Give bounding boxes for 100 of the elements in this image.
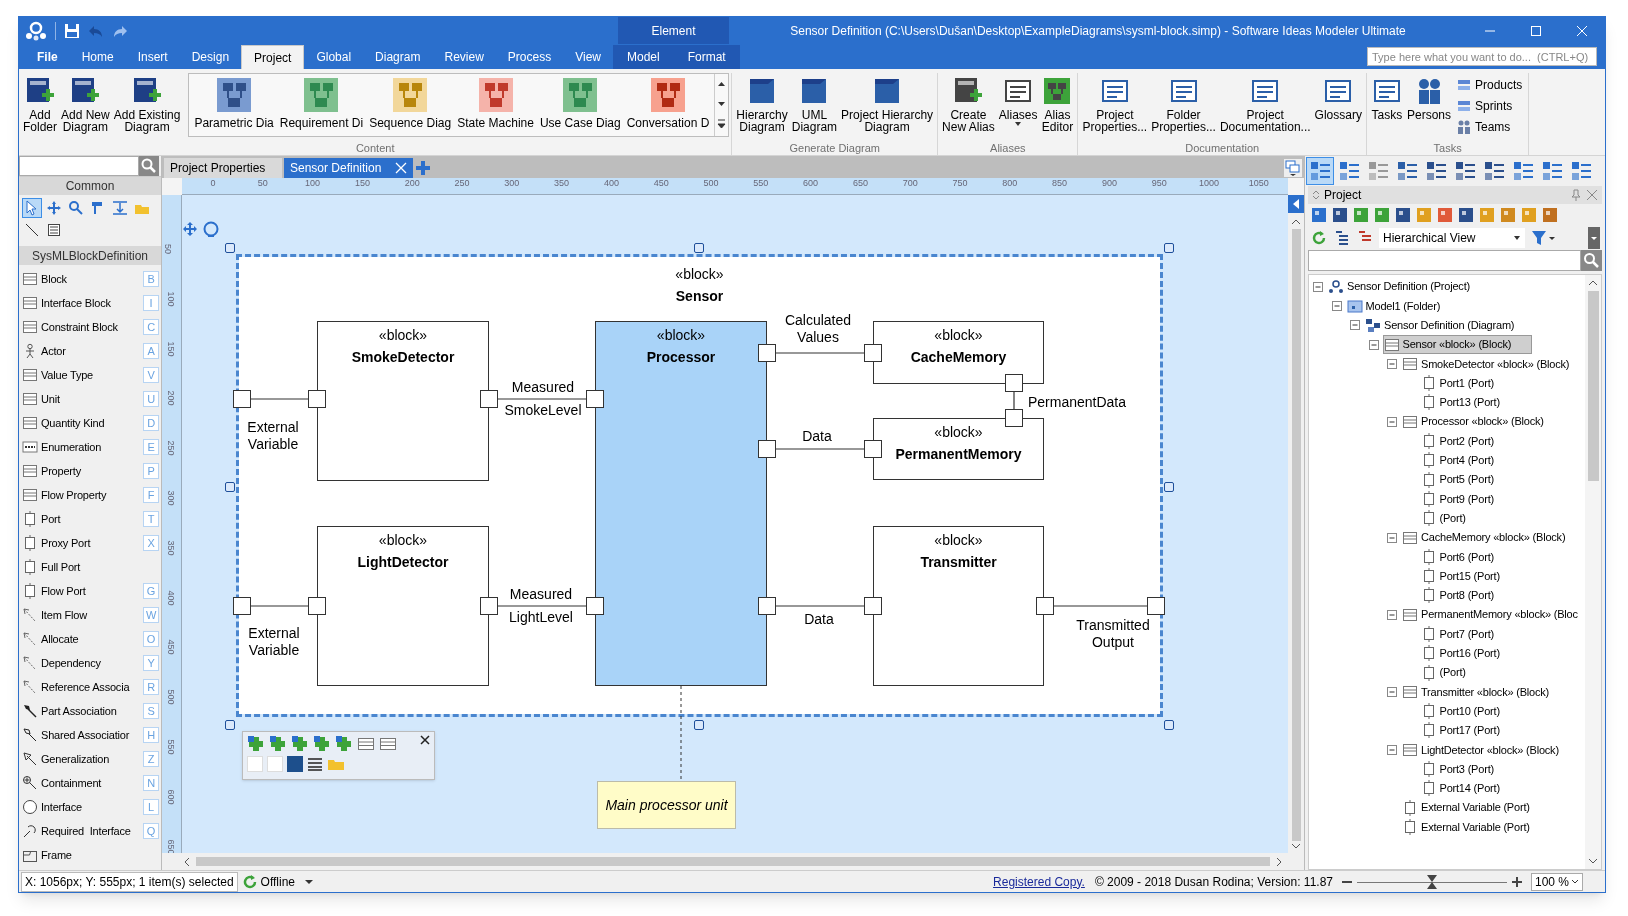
block[interactable]: «block» Processor bbox=[595, 321, 767, 686]
tree-item[interactable]: Model1 (Folder) bbox=[1345, 296, 1462, 316]
ribbon-tab[interactable]: Model bbox=[613, 45, 674, 69]
tree-item[interactable]: Processor «block» (Block) bbox=[1401, 412, 1565, 431]
port-square[interactable] bbox=[758, 440, 776, 458]
section-header[interactable]: Common bbox=[19, 177, 161, 195]
small-ribbon-button[interactable]: Products bbox=[1457, 75, 1527, 94]
close-icon[interactable] bbox=[420, 735, 430, 745]
registered-copy-link[interactable]: Registered Copy. bbox=[993, 872, 1085, 891]
block[interactable]: «block» PermanentMemory bbox=[873, 418, 1044, 480]
slider-thumb[interactable] bbox=[1427, 874, 1437, 889]
gallery-item[interactable]: Conversation D bbox=[623, 76, 713, 136]
table-icon[interactable] bbox=[357, 735, 375, 753]
resize-handle[interactable] bbox=[694, 243, 704, 253]
toolbox-item[interactable]: Interface Block I bbox=[19, 291, 161, 315]
document-tab[interactable]: Sensor Definition bbox=[284, 158, 414, 178]
color-swatch[interactable] bbox=[287, 756, 303, 772]
search-icon[interactable] bbox=[139, 156, 159, 176]
ribbon-button[interactable]: Create New Alias bbox=[940, 73, 997, 141]
tree-search-field[interactable] bbox=[1308, 250, 1581, 271]
tree-item[interactable]: Sensor «block» (Block) bbox=[1382, 335, 1533, 354]
tree-item[interactable]: Sensor Definition (Diagram) bbox=[1364, 316, 1536, 335]
ribbon-button[interactable]: Add Existing Diagram bbox=[111, 73, 183, 141]
toolbox-item[interactable]: Constraint Block C bbox=[19, 315, 161, 339]
line-style-icon[interactable] bbox=[307, 756, 323, 772]
resize-handle[interactable] bbox=[694, 720, 704, 730]
toolbox-item[interactable]: Containment N bbox=[19, 771, 161, 795]
ribbon-tab[interactable]: View bbox=[563, 45, 613, 69]
tree-item[interactable]: Port15 (Port) bbox=[1419, 566, 1521, 586]
add-element-icon[interactable] bbox=[313, 735, 331, 753]
tree-item[interactable]: Port5 (Port) bbox=[1419, 470, 1515, 489]
tree-item[interactable]: Port16 (Port) bbox=[1419, 644, 1521, 663]
port-square[interactable] bbox=[308, 390, 326, 408]
block[interactable]: «block» CacheMemory bbox=[873, 321, 1044, 384]
refresh-icon[interactable] bbox=[1310, 229, 1328, 247]
tree-item[interactable]: External Variable (Port) bbox=[1401, 798, 1551, 817]
search-icon[interactable] bbox=[1581, 250, 1602, 271]
tree-item[interactable]: Port10 (Port) bbox=[1419, 701, 1521, 721]
toolbox-item[interactable]: Shared Associatior H bbox=[19, 723, 161, 747]
tree-item[interactable]: PermanentMemory «block» (Bloc bbox=[1401, 605, 1585, 624]
collapse-toggle-icon[interactable] bbox=[1313, 281, 1323, 292]
tree-item[interactable]: Port7 (Port) bbox=[1419, 624, 1515, 644]
ribbon-button[interactable]: Add New Diagram bbox=[59, 73, 112, 141]
ribbon-tab[interactable]: Insert bbox=[125, 45, 180, 69]
color-swatch[interactable] bbox=[247, 756, 263, 772]
tree-item[interactable]: Port1 (Port) bbox=[1419, 373, 1515, 393]
zoom-in-icon[interactable] bbox=[1511, 875, 1523, 888]
port-square[interactable] bbox=[1036, 597, 1054, 615]
toolbox-item[interactable]: Unit U bbox=[19, 387, 161, 411]
small-ribbon-button[interactable]: Sprints bbox=[1457, 96, 1527, 115]
collapse-toggle-icon[interactable] bbox=[1387, 744, 1397, 755]
collapse-toggle-icon[interactable] bbox=[1387, 686, 1397, 697]
panel-tool-icon[interactable] bbox=[1331, 206, 1349, 224]
windows-icon[interactable] bbox=[1284, 159, 1302, 177]
resize-handle[interactable] bbox=[225, 482, 235, 492]
port-square[interactable] bbox=[758, 344, 776, 362]
port-square[interactable] bbox=[1147, 597, 1165, 615]
toolbox-item[interactable]: Enumeration E bbox=[19, 435, 161, 459]
document-tab[interactable]: Project Properties bbox=[164, 158, 282, 178]
port-square[interactable] bbox=[480, 390, 498, 408]
zoom-dropdown[interactable]: 100 % bbox=[1531, 872, 1583, 891]
collapse-toggle-icon[interactable] bbox=[1387, 532, 1397, 543]
ribbon-button[interactable]: Persons bbox=[1404, 73, 1453, 141]
pin-icon[interactable] bbox=[1570, 189, 1582, 201]
filter-icon[interactable] bbox=[1530, 229, 1556, 247]
gallery-item[interactable]: State Machine bbox=[454, 76, 537, 136]
block[interactable]: «block» LightDetector bbox=[317, 526, 489, 686]
port-square[interactable] bbox=[864, 344, 882, 362]
toolbox-item[interactable]: Property P bbox=[19, 459, 161, 483]
ribbon-tab[interactable]: Global bbox=[304, 45, 364, 69]
connection-status[interactable]: Offline bbox=[241, 872, 315, 891]
toolbox-item[interactable]: Flow Property F bbox=[19, 483, 161, 507]
add-element-icon[interactable] bbox=[335, 735, 353, 753]
scroll-down-icon[interactable] bbox=[1291, 841, 1301, 851]
table-icon[interactable] bbox=[379, 735, 397, 753]
add-element-icon[interactable] bbox=[247, 735, 265, 753]
scrollbar-thumb[interactable] bbox=[1587, 291, 1599, 481]
scroll-up-icon[interactable] bbox=[1291, 217, 1301, 227]
tree-item[interactable]: Port8 (Port) bbox=[1419, 586, 1515, 605]
collapse-toggle-icon[interactable] bbox=[1350, 320, 1360, 331]
panel-tool-icon[interactable] bbox=[1394, 206, 1412, 224]
ribbon-button[interactable]: Alias Editor bbox=[1039, 73, 1076, 141]
block[interactable]: «block» Transmitter bbox=[873, 526, 1044, 686]
tree-scrollbar[interactable] bbox=[1585, 275, 1601, 869]
tree-item[interactable]: External Variable (Port) bbox=[1401, 817, 1551, 837]
gallery-item[interactable]: Requirement Di bbox=[276, 76, 367, 136]
scroll-right-icon[interactable] bbox=[1274, 856, 1284, 867]
port-square[interactable] bbox=[864, 440, 882, 458]
collapse-toggle-icon[interactable] bbox=[1387, 358, 1397, 369]
rotate-icon[interactable] bbox=[202, 220, 220, 238]
toolbox-item[interactable]: Actor A bbox=[19, 339, 161, 363]
tree-item[interactable]: Port4 (Port) bbox=[1419, 451, 1515, 470]
port-square[interactable] bbox=[480, 597, 498, 615]
toolbox-search-field[interactable] bbox=[19, 156, 139, 176]
toolbox-item[interactable]: Value Type V bbox=[19, 363, 161, 387]
port-square[interactable] bbox=[586, 390, 604, 408]
toolbox-item[interactable]: Full Port bbox=[19, 555, 161, 579]
ribbon-button[interactable]: Tasks bbox=[1368, 73, 1405, 141]
ribbon-tab[interactable]: Home bbox=[69, 45, 126, 69]
collapse-toggle-icon[interactable] bbox=[1331, 300, 1342, 311]
